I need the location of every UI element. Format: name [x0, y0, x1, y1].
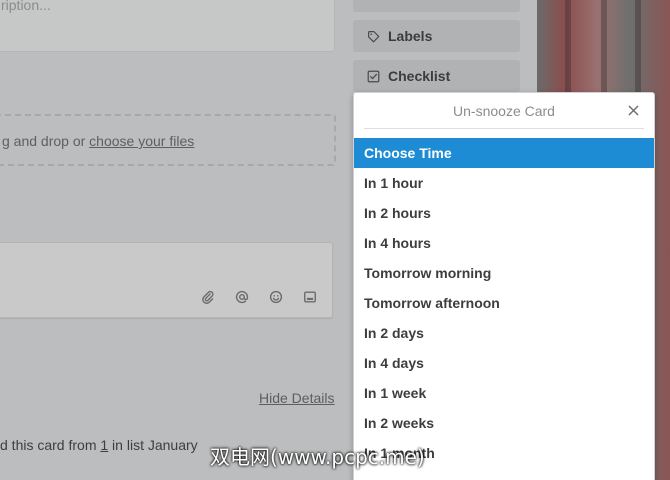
snooze-options-list: Choose Time In 1 hour In 2 hours In 4 ho… [354, 138, 654, 468]
watermark-text: 双电网(www.pcpc.me) [210, 445, 425, 469]
snooze-option-tomorrow-afternoon[interactable]: Tomorrow afternoon [354, 288, 654, 318]
labels-button-label: Labels [388, 28, 433, 44]
activity-text-start: d this card from [0, 437, 101, 453]
drop-zone-label: g and drop or [2, 133, 90, 149]
mention-icon[interactable] [234, 289, 250, 305]
activity-card-number-link[interactable]: 1 [100, 437, 108, 453]
comment-toolbar [200, 289, 318, 305]
popover-title: Un-snooze Card [453, 102, 555, 119]
snooze-option-4-hours[interactable]: In 4 hours [354, 228, 654, 258]
drop-zone-text: g and drop or choose your files [2, 133, 194, 149]
comment-input[interactable] [0, 242, 333, 318]
snooze-option-1-week[interactable]: In 1 week [354, 378, 654, 408]
labels-button[interactable]: Labels [353, 20, 520, 52]
emoji-icon[interactable] [268, 289, 284, 305]
members-button[interactable] [353, 0, 520, 12]
activity-text-end: in list January [108, 437, 198, 453]
tag-icon [368, 30, 380, 42]
checklist-button-label: Checklist [388, 68, 451, 84]
hide-details-link[interactable]: Hide Details [259, 390, 334, 406]
checkbox-icon [367, 70, 380, 82]
choose-files-link[interactable]: choose your files [89, 133, 194, 149]
card-link-icon[interactable] [302, 289, 318, 305]
checklist-button[interactable]: Checklist [353, 60, 520, 92]
snooze-option-2-days[interactable]: In 2 days [354, 318, 654, 348]
description-placeholder: ription... [1, 0, 51, 13]
attachment-icon[interactable] [200, 289, 216, 305]
description-field[interactable]: ription... [0, 0, 335, 52]
snooze-option-tomorrow-morning[interactable]: Tomorrow morning [354, 258, 654, 288]
snooze-option-2-hours[interactable]: In 2 hours [354, 198, 654, 228]
snooze-option-2-weeks[interactable]: In 2 weeks [354, 408, 654, 438]
close-icon[interactable] [626, 103, 640, 117]
snooze-option-1-hour[interactable]: In 1 hour [354, 168, 654, 198]
snooze-option-4-days[interactable]: In 4 days [354, 348, 654, 378]
attachment-drop-zone[interactable]: g and drop or choose your files [0, 114, 336, 166]
popover-header: Un-snooze Card [364, 93, 644, 129]
unsnooze-popover: Un-snooze Card Choose Time In 1 hour In … [353, 92, 655, 480]
snooze-option-choose-time[interactable]: Choose Time [354, 138, 654, 168]
activity-entry: d this card from 1 in list January [0, 437, 198, 453]
